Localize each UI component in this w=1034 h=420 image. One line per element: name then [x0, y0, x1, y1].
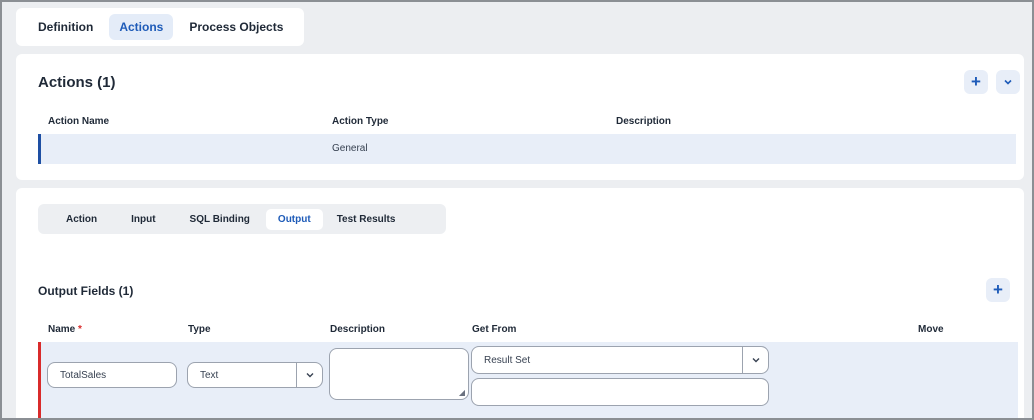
add-output-field-button[interactable]: +: [986, 278, 1010, 302]
col-name-label: Name: [48, 324, 76, 335]
tab-test-results[interactable]: Test Results: [329, 209, 404, 230]
chevron-down-icon: [742, 347, 768, 373]
description-textarea[interactable]: ◢: [329, 348, 469, 400]
resize-handle-icon[interactable]: ◢: [459, 388, 465, 397]
type-select-value: Text: [200, 369, 219, 381]
col-move: Move: [918, 324, 944, 335]
col-name: Name *: [48, 324, 82, 335]
col-action-type: Action Type: [332, 116, 389, 127]
name-input-value: TotalSales: [60, 369, 107, 381]
tab-actions[interactable]: Actions: [109, 14, 174, 40]
action-details-panel: Action Input SQL Binding Output Test Res…: [16, 188, 1024, 418]
type-select[interactable]: Text: [187, 362, 323, 388]
col-action-description: Description: [616, 116, 672, 127]
tab-action[interactable]: Action: [58, 209, 105, 230]
app-frame: Definition Actions Process Objects Actio…: [0, 0, 1034, 420]
tab-sql-binding[interactable]: SQL Binding: [182, 209, 258, 230]
col-description: Description: [330, 324, 386, 335]
tab-input[interactable]: Input: [123, 209, 163, 230]
tab-definition[interactable]: Definition: [28, 14, 103, 40]
chevron-down-icon: [1004, 79, 1012, 85]
actions-title: Actions (1): [38, 74, 116, 91]
chevron-down-icon: [296, 363, 322, 387]
get-from-value: Result Set: [484, 354, 531, 366]
action-sub-tabs: Action Input SQL Binding Output Test Res…: [38, 204, 446, 234]
name-input[interactable]: TotalSales: [47, 362, 177, 388]
col-get-from: Get From: [472, 324, 517, 335]
get-from-detail-input[interactable]: [471, 378, 769, 406]
actions-panel: Actions (1) + Action Name Action Type De…: [16, 54, 1024, 180]
output-fields-title: Output Fields (1): [38, 284, 134, 298]
add-action-button[interactable]: +: [964, 70, 988, 94]
plus-icon: +: [993, 280, 1003, 299]
get-from-select[interactable]: Result Set: [471, 346, 769, 374]
table-row[interactable]: General: [38, 134, 1016, 164]
tab-output[interactable]: Output: [265, 208, 323, 230]
expand-actions-button[interactable]: [996, 70, 1020, 94]
tab-process-objects[interactable]: Process Objects: [179, 14, 293, 40]
required-marker: *: [78, 324, 82, 335]
plus-icon: +: [971, 72, 981, 91]
action-type-cell: General: [332, 143, 368, 154]
table-row: TotalSales Text ◢ Result Set: [38, 342, 1018, 418]
col-type: Type: [188, 324, 211, 335]
col-action-name: Action Name: [48, 116, 110, 127]
top-tab-bar: Definition Actions Process Objects: [16, 8, 304, 46]
